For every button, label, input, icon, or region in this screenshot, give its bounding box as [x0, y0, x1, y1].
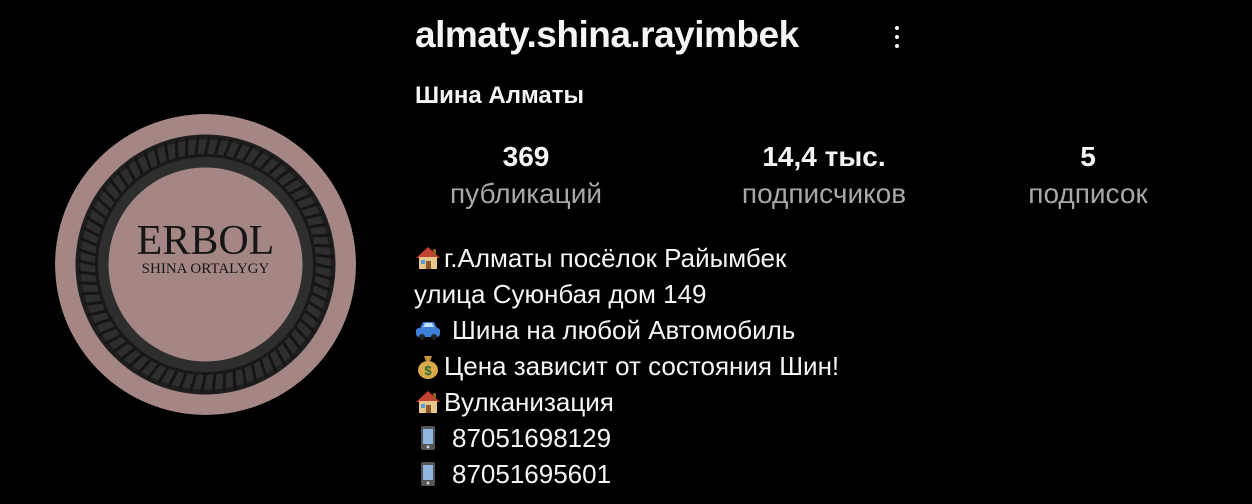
stat-followers[interactable]: 14,4 тыс. подписчиков	[714, 140, 934, 214]
bio-line-tires: Шина на любой Автомобиль	[414, 312, 839, 348]
bio-line-phone-1: 87051698129	[414, 420, 839, 456]
profile-username: almaty.shina.rayimbek	[415, 14, 799, 55]
phone-icon	[414, 460, 442, 488]
profile-bio: г.Алматы посёлок Райымбек улица Суюнбая …	[414, 240, 839, 492]
posts-count: 369	[502, 141, 550, 172]
bio-text: г.Алматы посёлок Райымбек	[444, 243, 787, 273]
bio-text: улица Суюнбая дом 149	[414, 279, 707, 309]
bio-text: Шина на любой Автомобиль	[452, 315, 796, 345]
bio-text: Цена зависит от состояния Шин!	[444, 351, 840, 381]
avatar-logo-title: ERBOL	[137, 218, 275, 264]
money-bag-icon: $	[414, 352, 442, 380]
following-count: 5	[1080, 141, 1096, 172]
bio-line-address: г.Алматы посёлок Райымбек	[414, 240, 839, 276]
house-icon	[414, 244, 442, 272]
bio-line-phone-2: 87051695601	[414, 456, 839, 492]
bio-text: Вулканизация	[444, 387, 614, 417]
stat-posts: 369 публикаций	[426, 140, 626, 214]
svg-text:$: $	[424, 363, 432, 378]
bio-line-service: Вулканизация	[414, 384, 839, 420]
stat-following[interactable]: 5 подписок	[1003, 140, 1173, 214]
bio-line-street: улица Суюнбая дом 149	[414, 276, 839, 312]
car-icon	[414, 316, 442, 344]
phone-icon	[414, 424, 442, 452]
profile-avatar[interactable]: ERBOL SHINA ORTALYGY	[55, 114, 356, 415]
followers-label: подписчиков	[741, 178, 907, 209]
avatar-logo-subtitle: SHINA ORTALYGY	[142, 261, 270, 277]
more-options-icon[interactable]	[884, 24, 910, 50]
followers-count: 14,4 тыс.	[762, 141, 886, 172]
bio-line-price: $ Цена зависит от состояния Шин!	[414, 348, 839, 384]
phone-number[interactable]: 87051698129	[452, 420, 611, 456]
posts-label: публикаций	[450, 178, 602, 209]
phone-number[interactable]: 87051695601	[452, 456, 611, 492]
house-icon	[414, 388, 442, 416]
following-label: подписок	[1028, 178, 1148, 209]
profile-full-name: Шина Алматы	[415, 82, 584, 109]
